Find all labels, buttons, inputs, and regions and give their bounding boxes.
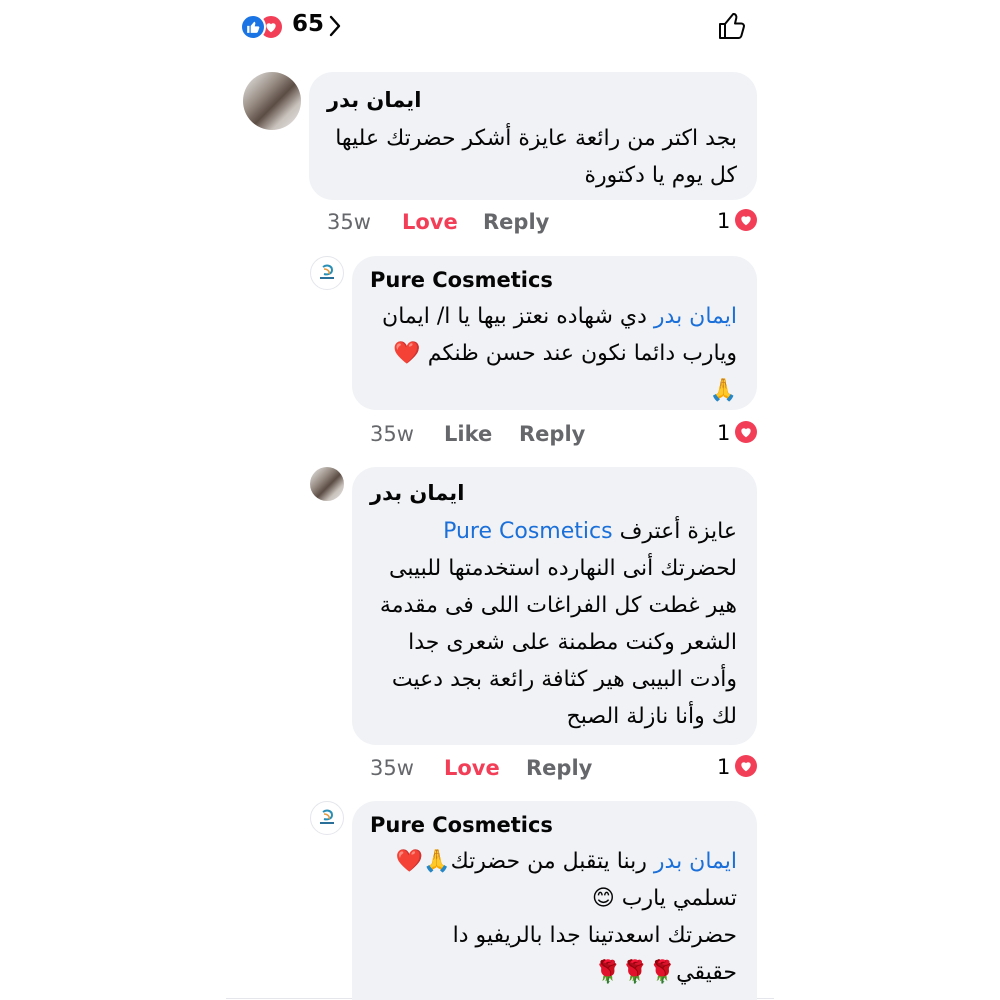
comment-line: كل يوم يا دكتورة xyxy=(584,163,737,188)
like-button[interactable]: Like xyxy=(444,422,492,446)
reaction-count-number: 1 xyxy=(717,755,731,779)
comment-line: الشعر وكنت مطمنة على شعرى جدا xyxy=(408,630,737,655)
comment-text: بجد اكتر من رائعة عايزة أشكر حضرتك عليها… xyxy=(317,120,737,194)
page-logo-avatar[interactable] xyxy=(310,256,344,290)
mention-link[interactable]: ايمان بدر xyxy=(654,849,737,874)
comment-line: دي شهاده نعتز بيها يا ا/ ايمان xyxy=(382,304,647,329)
comment-timestamp[interactable]: 35w xyxy=(327,210,371,234)
page: 65 ايمان بدر بجد اكتر من رائعة عايزة أشك… xyxy=(0,0,1000,1000)
comment-bubble[interactable]: ايمان بدر بجد اكتر من رائعة عايزة أشكر ح… xyxy=(309,72,757,200)
comment-line: حقيقي🌹🌹🌹 xyxy=(593,960,737,985)
love-icon xyxy=(735,209,757,231)
comment-bubble[interactable]: Pure Cosmetics ايمان بدر دي شهاده نعتز ب… xyxy=(352,256,757,410)
love-icon xyxy=(735,421,757,443)
comment-author[interactable]: Pure Cosmetics xyxy=(370,266,553,294)
comment-timestamp[interactable]: 35w xyxy=(370,756,414,780)
comment-timestamp[interactable]: 35w xyxy=(370,422,414,446)
comment-bubble[interactable]: ايمان بدر عايزة أعترف Pure Cosmetics لحض… xyxy=(352,467,757,745)
heart-emoji: ❤️ xyxy=(393,341,421,366)
reply-button[interactable]: Reply xyxy=(519,422,585,446)
comment-author[interactable]: ايمان بدر xyxy=(327,86,421,114)
comment-text: ايمان بدر دي شهاده نعتز بيها يا ا/ ايمان… xyxy=(367,298,737,409)
pure-cosmetics-logo xyxy=(320,264,334,279)
comment-line: تسلمي يارب 😊 xyxy=(591,886,737,911)
comment-line: ربنا يتقبل من حضرتك🙏❤️ xyxy=(395,849,647,874)
reaction-count: 65 xyxy=(292,11,325,37)
love-icon xyxy=(735,755,757,777)
comment-author[interactable]: Pure Cosmetics xyxy=(370,811,553,839)
like-icon xyxy=(240,14,266,40)
reactions-bar[interactable]: 65 xyxy=(240,8,760,44)
comment-line: ويارب دائما نكون عند حسن ظنكم xyxy=(427,341,737,366)
comment-actions: 35w Like Reply xyxy=(370,422,630,452)
chevron-right-icon[interactable] xyxy=(328,14,342,42)
comment-author[interactable]: ايمان بدر xyxy=(370,479,464,507)
comment-bubble[interactable]: Pure Cosmetics ايمان بدر ربنا يتقبل من ح… xyxy=(352,801,757,1000)
pure-cosmetics-logo xyxy=(320,809,334,824)
reaction-icons xyxy=(240,14,288,40)
comment-line: لك وأنا نازلة الصبح xyxy=(566,704,737,729)
comment-actions: 35w Love Reply xyxy=(327,210,587,240)
reply-button[interactable]: Reply xyxy=(483,210,549,234)
avatar[interactable] xyxy=(310,467,344,501)
mention-link[interactable]: ايمان بدر xyxy=(654,304,737,329)
avatar-photo xyxy=(243,72,301,130)
praying-hands-emoji: 🙏 xyxy=(709,378,737,403)
reaction-count-number: 1 xyxy=(717,209,731,233)
comment-line: بجد اكتر من رائعة عايزة أشكر حضرتك عليها xyxy=(335,126,737,151)
mention-link[interactable]: Pure Cosmetics xyxy=(443,519,612,544)
like-button-icon[interactable] xyxy=(716,10,748,46)
comment-reaction-count[interactable]: 1 xyxy=(717,421,759,449)
comment-line: حضرتك اسعدتينا جدا بالريفيو دا xyxy=(452,923,737,948)
react-button[interactable]: Love xyxy=(444,756,500,780)
avatar-photo xyxy=(310,467,344,501)
reply-button[interactable]: Reply xyxy=(526,756,592,780)
comment-line: هير غطت كل الفراغات اللى فى مقدمة xyxy=(379,593,737,618)
comment-actions: 35w Love Reply xyxy=(370,756,630,786)
comment-reaction-count[interactable]: 1 xyxy=(717,755,759,783)
comment-reaction-count[interactable]: 1 xyxy=(717,209,759,237)
comment-line: وأدت البيبى هير كثافة رائعة بجد دعيت xyxy=(391,667,737,692)
comment-line: عايزة أعترف xyxy=(619,519,737,544)
react-button[interactable]: Love xyxy=(402,210,458,234)
avatar[interactable] xyxy=(243,72,301,130)
reaction-count-number: 1 xyxy=(717,421,731,445)
page-logo-avatar[interactable] xyxy=(310,801,344,835)
comment-line: لحضرتك أنى النهارده استخدمتها للبيبى xyxy=(388,556,737,581)
comment-text: عايزة أعترف Pure Cosmetics لحضرتك أنى ال… xyxy=(367,513,737,735)
comment-text: ايمان بدر ربنا يتقبل من حضرتك🙏❤️ تسلمي ي… xyxy=(367,843,737,991)
